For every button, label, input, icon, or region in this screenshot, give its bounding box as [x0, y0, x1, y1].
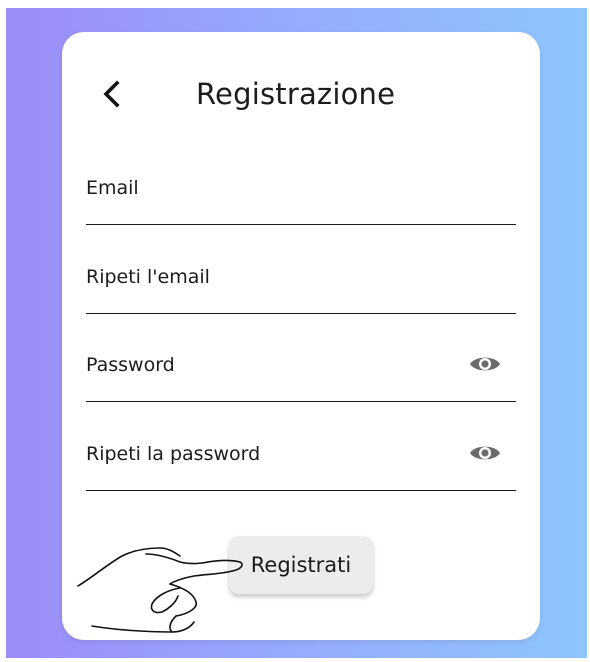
password-input[interactable] [86, 353, 450, 399]
chevron-left-icon [103, 80, 120, 108]
eye-icon [470, 357, 500, 371]
page-title: Registrazione [196, 77, 396, 111]
eye-icon [470, 446, 500, 460]
password-field[interactable]: Password [86, 353, 516, 402]
back-button[interactable] [92, 74, 132, 114]
confirm-email-input[interactable] [86, 265, 450, 311]
email-field[interactable]: Email [86, 176, 516, 225]
confirm-password-visibility-toggle[interactable] [468, 438, 502, 468]
confirm-email-field[interactable]: Ripeti l'email [86, 265, 516, 314]
register-button[interactable]: Registrati [229, 536, 373, 594]
password-visibility-toggle[interactable] [468, 349, 502, 379]
confirm-password-field[interactable]: Ripeti la password [86, 442, 516, 491]
confirm-password-input[interactable] [86, 442, 450, 488]
email-input[interactable] [86, 176, 450, 222]
